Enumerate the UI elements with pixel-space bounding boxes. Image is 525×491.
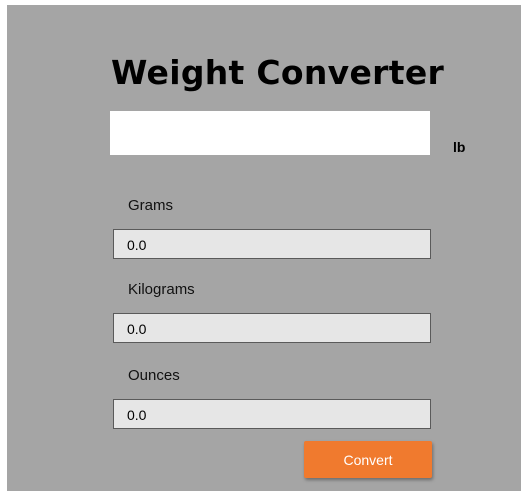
pounds-input[interactable] — [110, 111, 430, 155]
kilograms-output: 0.0 — [113, 313, 431, 343]
unit-label: lb — [453, 139, 466, 155]
ounces-output: 0.0 — [113, 399, 431, 429]
grams-label: Grams — [128, 197, 173, 214]
convert-button[interactable]: Convert — [304, 441, 432, 478]
kilograms-label: Kilograms — [128, 281, 195, 298]
grams-output: 0.0 — [113, 229, 431, 259]
ounces-label: Ounces — [128, 367, 180, 384]
converter-panel: Weight Converter lb Grams 0.0 Kilograms … — [7, 5, 521, 491]
app-title: Weight Converter — [111, 53, 445, 92]
